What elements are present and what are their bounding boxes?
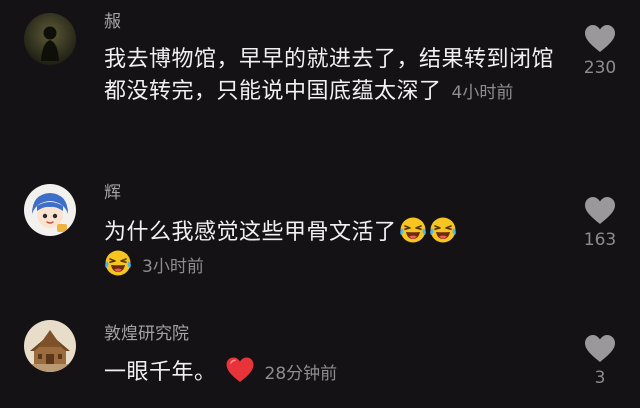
like-count: 163 [583,230,617,250]
comment-content: 为什么我感觉这些甲骨文活了 [104,220,397,245]
comment-timestamp: 28分钟前 [264,364,338,384]
like-button[interactable]: 3 [574,334,626,388]
comment-username[interactable]: 辉 [104,183,121,203]
like-count: 3 [594,368,606,388]
comment-timestamp: 4小时前 [451,83,514,103]
laughing-crying-emoji [429,216,457,244]
comment-username[interactable]: 赧 [104,12,121,32]
comment-text: 我去博物馆，早早的就进去了，结果转到闭馆都没转完，只能说中国底蕴太深了 4小时前 [104,44,554,109]
avatar[interactable] [24,184,76,236]
comment-username[interactable]: 敦煌研究院 [104,324,189,344]
comment-text: 为什么我感觉这些甲骨文活了 3小时前 [104,216,554,283]
laughing-crying-emoji [399,216,427,244]
heart-outline-icon [584,334,616,364]
comment-text: 一眼千年。 28分钟前 [104,356,554,390]
like-button[interactable]: 230 [574,24,626,78]
comment-timestamp: 3小时前 [142,257,204,277]
like-button[interactable]: 163 [574,196,626,250]
avatar[interactable] [24,13,76,65]
comment-content: 一眼千年。 [104,360,217,385]
heart-outline-icon [584,24,616,54]
laughing-crying-emoji [104,249,132,277]
like-count: 230 [583,58,617,78]
red-heart-emoji [225,356,255,384]
avatar[interactable] [24,320,76,372]
heart-outline-icon [584,196,616,226]
